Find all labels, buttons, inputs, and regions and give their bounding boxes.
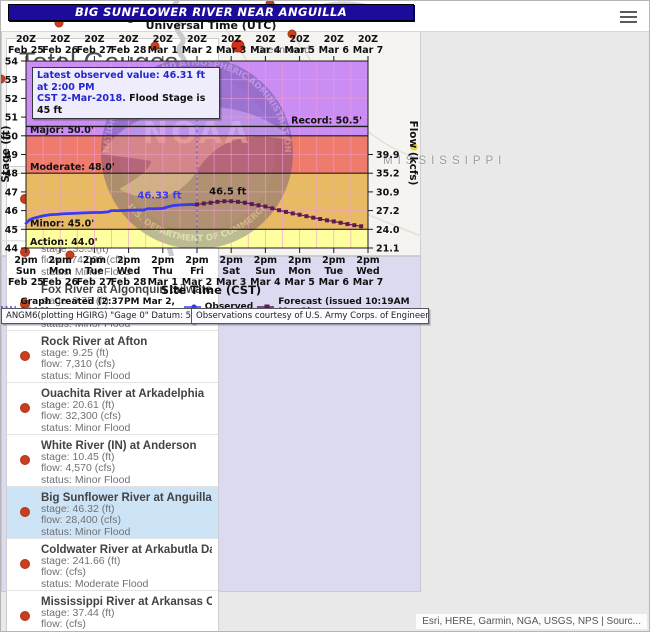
gauge-status-dot bbox=[20, 507, 30, 517]
svg-text:Wed: Wed bbox=[356, 266, 379, 277]
list-item[interactable]: Big Sunflower River at Anguillastage: 46… bbox=[7, 486, 218, 538]
svg-text:Wed: Wed bbox=[117, 266, 140, 277]
gauge-status-dot bbox=[20, 559, 30, 569]
gauge-status-dot bbox=[20, 403, 30, 413]
svg-text:Sun: Sun bbox=[255, 266, 276, 277]
svg-text:2pm: 2pm bbox=[83, 256, 106, 266]
svg-text:Tue: Tue bbox=[324, 266, 343, 277]
svg-text:2pm: 2pm bbox=[49, 256, 72, 266]
gage-datum-note: ANGM6(plotting HGIRG) "Gage 0" Datum: 51… bbox=[1, 308, 195, 324]
observations-credit-note: Observations courtesy of U.S. Army Corps… bbox=[191, 308, 421, 324]
hamburger-menu-icon[interactable] bbox=[620, 11, 637, 26]
svg-text:Thu: Thu bbox=[153, 266, 173, 277]
svg-text:2pm: 2pm bbox=[322, 256, 345, 266]
svg-text:2pm: 2pm bbox=[356, 256, 379, 266]
gauge-flow: flow: (cfs) bbox=[41, 619, 212, 630]
app-window: Live Stream Gauges Total Gauges 476 Butt… bbox=[0, 0, 650, 632]
list-item[interactable]: Coldwater River at Arkabutla Damstage: 2… bbox=[7, 538, 218, 590]
gauge-status: status: Minor Flood bbox=[41, 423, 212, 434]
gauge-status-dot bbox=[20, 351, 30, 361]
gauge-status-dot bbox=[20, 611, 30, 621]
svg-text:2pm: 2pm bbox=[151, 256, 174, 266]
svg-text:2pm: 2pm bbox=[220, 256, 243, 266]
gauge-status: status: Moderate Flood bbox=[41, 579, 212, 590]
list-item[interactable]: Ouachita River at Arkadelphiastage: 20.6… bbox=[7, 382, 218, 434]
list-item[interactable]: Rock River at Aftonstage: 9.25 (ft)flow:… bbox=[7, 330, 218, 382]
site-time-axis-title: Site Time (CST) bbox=[1, 283, 421, 297]
svg-text:2pm: 2pm bbox=[185, 256, 208, 266]
svg-text:Mon: Mon bbox=[49, 266, 72, 277]
svg-text:Fri: Fri bbox=[190, 266, 204, 277]
gauge-status: status: Minor Flood bbox=[41, 371, 212, 382]
gauge-status-dot bbox=[20, 455, 30, 465]
svg-text:2pm: 2pm bbox=[254, 256, 277, 266]
list-item[interactable]: Mississippi River at Arkansas Citystage:… bbox=[7, 590, 218, 632]
svg-text:Mon: Mon bbox=[288, 266, 311, 277]
svg-text:Sat: Sat bbox=[222, 266, 240, 277]
svg-text:Sun: Sun bbox=[16, 266, 37, 277]
svg-text:2pm: 2pm bbox=[14, 256, 37, 266]
gauge-status: status: Minor Flood bbox=[41, 475, 212, 486]
svg-text:2pm: 2pm bbox=[288, 256, 311, 266]
list-item[interactable]: White River (IN) at Andersonstage: 10.45… bbox=[7, 434, 218, 486]
svg-text:Tue: Tue bbox=[85, 266, 104, 277]
gauge-status: status: Minor Flood bbox=[41, 527, 212, 538]
svg-text:2pm: 2pm bbox=[117, 256, 140, 266]
